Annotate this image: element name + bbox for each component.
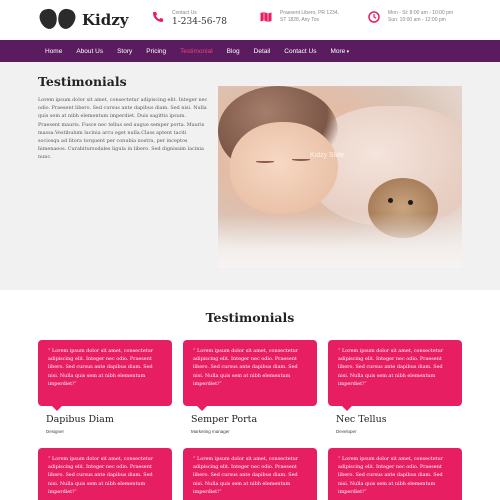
nav-item-detail[interactable]: Detail [254, 48, 271, 55]
testimonial-card-4: “ Lorem ipsum dolor sit amet, consectetu… [38, 448, 172, 500]
address-line-1: Praesent Libero, PR 1234, [280, 10, 339, 16]
map-icon [260, 12, 272, 22]
testimonial-name-2: Semper Porta [191, 414, 258, 425]
baby-feet-icon [37, 7, 78, 31]
testimonial-card-2: “ Lorem ipsum dolor sit amet, consectetu… [183, 340, 317, 411]
contact-phone: Contact Us 1-234-56-78 [152, 10, 227, 28]
nav-item-more[interactable]: More [330, 48, 349, 55]
testimonial-quote: “ Lorem ipsum dolor sit amet, consectetu… [193, 348, 299, 387]
contact-hours: Mon - St: 8:00 am - 10:00 pm Sun: 10:00 … [368, 10, 453, 24]
nav-item-testimonial[interactable]: Testimonial [180, 48, 213, 55]
testimonials-title: Testimonials [205, 310, 295, 325]
hero-text: Lorem ipsum dolor sit amet, consectetur … [38, 97, 208, 161]
testimonial-card-1: “ Lorem ipsum dolor sit amet, consectetu… [38, 340, 172, 411]
brand-logo[interactable]: Kidzy [37, 7, 129, 31]
hero-image: Kidzy Slide [218, 86, 462, 268]
testimonial-name-1: Dapibus Diam [46, 414, 114, 425]
testimonial-name-3: Nec Tellus [336, 414, 387, 425]
top-header: Kidzy Contact Us 1-234-56-78 Praesent Li… [0, 0, 500, 40]
nav-list: Home About Us Story Pricing Testimonial Blog D… [45, 40, 363, 62]
address-line-2: ST 1828, Any Tos [280, 17, 320, 23]
phone-icon [153, 12, 163, 22]
nav-item-story[interactable]: Story [117, 48, 132, 55]
testimonial-card-5: “ Lorem ipsum dolor sit amet, consectetu… [183, 448, 317, 500]
hero-image-caption: Kidzy Slide [310, 152, 345, 159]
testimonial-quote: “ Lorem ipsum dolor sit amet, consectetu… [338, 348, 444, 387]
testimonial-quote: “ Lorem ipsum dolor sit amet, consectetu… [338, 456, 444, 495]
nav-item-pricing[interactable]: Pricing [146, 48, 166, 55]
testimonial-role-1: Designer [46, 429, 65, 434]
testimonial-card-3: “ Lorem ipsum dolor sit amet, consectetu… [328, 340, 462, 411]
nav-item-about-us[interactable]: About Us [76, 48, 103, 55]
phone-number: 1-234-56-78 [172, 17, 227, 27]
hours-line-1: Mon - St: 8:00 am - 10:00 pm [388, 10, 454, 16]
brand-name: Kidzy [82, 11, 129, 29]
contact-address: Praesent Libero, PR 1234, ST 1828, Any T… [260, 10, 339, 24]
testimonial-quote: “ Lorem ipsum dolor sit amet, consectetu… [193, 456, 299, 495]
main-nav: Home About Us Story Pricing Testimonial Blog D… [0, 40, 500, 62]
testimonial-role-2: Marketing manager [191, 429, 230, 434]
testimonial-quote: “ Lorem ipsum dolor sit amet, consectetu… [48, 348, 154, 387]
testimonial-card-6: “ Lorem ipsum dolor sit amet, consectetu… [328, 448, 462, 500]
nav-item-home[interactable]: Home [45, 48, 62, 55]
nav-item-blog[interactable]: Blog [227, 48, 240, 55]
testimonial-quote: “ Lorem ipsum dolor sit amet, consectetu… [48, 456, 154, 495]
nav-item-contact-us[interactable]: Contact Us [284, 48, 316, 55]
contact-label: Contact Us [172, 10, 197, 16]
testimonial-role-3: Developer [336, 429, 357, 434]
hours-line-2: Sun: 10:00 am - 12:00 pm [388, 17, 446, 23]
hero-title: Testimonials [38, 74, 127, 89]
clock-icon [368, 11, 380, 23]
